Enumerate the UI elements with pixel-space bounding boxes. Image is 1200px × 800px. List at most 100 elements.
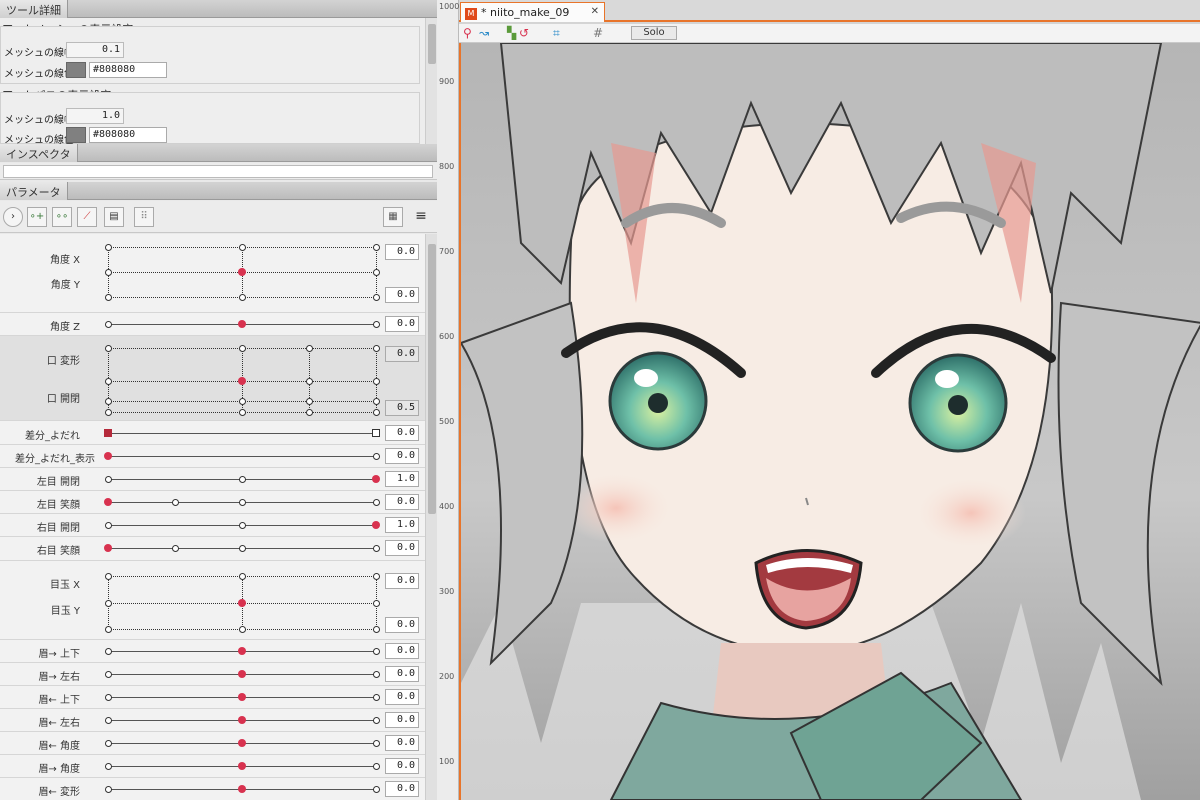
- param-row-right-eye-open[interactable]: 右目 開閉 1.0: [0, 514, 425, 537]
- mesh-color-input[interactable]: #808080: [89, 62, 167, 78]
- param-value-input[interactable]: 0.0: [385, 287, 419, 303]
- key-point[interactable]: [373, 269, 380, 276]
- current-value-marker[interactable]: [238, 377, 246, 385]
- key-point[interactable]: [239, 345, 246, 352]
- key-point[interactable]: [373, 409, 380, 416]
- param-value-input[interactable]: 0.0: [385, 735, 419, 751]
- key-point[interactable]: [306, 345, 313, 352]
- key-point[interactable]: [105, 345, 112, 352]
- param-row-mouth[interactable]: 口 変形 口 開閉 0.0 0.5: [0, 336, 425, 421]
- key-point[interactable]: [373, 600, 380, 607]
- play-icon[interactable]: ›: [3, 207, 23, 227]
- key-point[interactable]: [239, 545, 246, 552]
- key-point[interactable]: [373, 763, 380, 770]
- key-point[interactable]: [373, 345, 380, 352]
- key-point[interactable]: [105, 269, 112, 276]
- key-point[interactable]: [239, 476, 246, 483]
- parameters-scroll-thumb[interactable]: [428, 244, 436, 514]
- key-point[interactable]: [239, 626, 246, 633]
- current-value-marker[interactable]: [238, 716, 246, 724]
- tool-details-tab[interactable]: ツール詳細: [0, 0, 68, 18]
- key-point[interactable]: [239, 522, 246, 529]
- key-point[interactable]: [105, 671, 112, 678]
- key-point[interactable]: [105, 786, 112, 793]
- key-point[interactable]: [105, 648, 112, 655]
- key-point[interactable]: [306, 378, 313, 385]
- param-row-brow[interactable]: 眉← 角度 0.0: [0, 732, 425, 755]
- tool-details-scrollbar[interactable]: [425, 18, 437, 144]
- key-point[interactable]: [373, 398, 380, 405]
- param-value-input[interactable]: 1.0: [385, 517, 419, 533]
- param-row-brow[interactable]: 眉← 変形 0.0: [0, 778, 425, 800]
- param-row-drool-show[interactable]: 差分_よだれ_表示 0.0: [0, 445, 425, 468]
- key-point[interactable]: [105, 321, 112, 328]
- key-point[interactable]: [373, 321, 380, 328]
- param-value-input[interactable]: 0.0: [385, 244, 419, 260]
- mesh-width-input[interactable]: 0.1: [66, 42, 124, 58]
- add-keys-icon[interactable]: ∘∘: [52, 207, 72, 227]
- param-value-input[interactable]: 1.0: [385, 471, 419, 487]
- key-point[interactable]: [373, 244, 380, 251]
- key-point[interactable]: [105, 476, 112, 483]
- model-canvas[interactable]: [459, 43, 1200, 800]
- param-value-input[interactable]: 0.0: [385, 425, 419, 441]
- key-point[interactable]: [105, 717, 112, 724]
- param-value-input[interactable]: 0.0: [385, 573, 419, 589]
- param-value-input[interactable]: 0.5: [385, 400, 419, 416]
- multi-key-icon[interactable]: ⠿: [134, 207, 154, 227]
- key-point[interactable]: [105, 573, 112, 580]
- key-point[interactable]: [172, 545, 179, 552]
- param-row-left-eye-smile[interactable]: 左目 笑顔 0.0: [0, 491, 425, 514]
- key-point[interactable]: [373, 786, 380, 793]
- current-value-marker[interactable]: [104, 498, 112, 506]
- key-point[interactable]: [373, 740, 380, 747]
- current-value-marker[interactable]: [104, 544, 112, 552]
- current-value-marker[interactable]: [238, 320, 246, 328]
- key-point[interactable]: [105, 626, 112, 633]
- key-point[interactable]: [105, 694, 112, 701]
- key-point[interactable]: [306, 409, 313, 416]
- path-icon[interactable]: ↝: [479, 26, 489, 40]
- current-value-marker[interactable]: [372, 475, 380, 483]
- param-row-angle-xy[interactable]: 角度 X 角度 Y 0.0 0.0: [0, 234, 425, 313]
- param-row-left-eye-open[interactable]: 左目 開閉 1.0: [0, 468, 425, 491]
- key-point[interactable]: [239, 398, 246, 405]
- current-value-marker[interactable]: [238, 647, 246, 655]
- solo-button[interactable]: Solo: [631, 26, 677, 40]
- inspector-tab[interactable]: インスペクタ: [0, 144, 78, 162]
- key-point[interactable]: [105, 378, 112, 385]
- current-value-marker[interactable]: [238, 785, 246, 793]
- param-value-input[interactable]: 0.0: [385, 346, 419, 362]
- param-value-input[interactable]: 0.0: [385, 643, 419, 659]
- current-value-marker[interactable]: [104, 429, 112, 437]
- param-value-input[interactable]: 0.0: [385, 316, 419, 332]
- current-value-marker[interactable]: [238, 762, 246, 770]
- key-point[interactable]: [373, 378, 380, 385]
- key-point[interactable]: [373, 294, 380, 301]
- key-point[interactable]: [105, 763, 112, 770]
- param-value-input[interactable]: 0.0: [385, 540, 419, 556]
- param-value-input[interactable]: 0.0: [385, 712, 419, 728]
- current-value-marker[interactable]: [372, 521, 380, 529]
- current-value-marker[interactable]: [238, 599, 246, 607]
- key-point[interactable]: [373, 499, 380, 506]
- parameters-scrollbar[interactable]: [425, 234, 437, 800]
- param-row-brow[interactable]: 眉→ 角度 0.0: [0, 755, 425, 778]
- deformer-icon[interactable]: ⚲: [463, 26, 472, 40]
- key-point[interactable]: [172, 499, 179, 506]
- key-point[interactable]: [373, 545, 380, 552]
- key-point[interactable]: [373, 626, 380, 633]
- param-row-brow[interactable]: 眉→ 左右 0.0: [0, 663, 425, 686]
- param-value-input[interactable]: 0.0: [385, 689, 419, 705]
- fit-view-icon[interactable]: ⌗: [553, 26, 560, 41]
- path-width-input[interactable]: 1.0: [66, 108, 124, 124]
- key-point[interactable]: [239, 294, 246, 301]
- current-value-marker[interactable]: [238, 739, 246, 747]
- param-row-brow[interactable]: 眉← 上下 0.0: [0, 686, 425, 709]
- path-color-swatch[interactable]: [66, 127, 86, 143]
- key-point[interactable]: [239, 573, 246, 580]
- tool-details-scroll-thumb[interactable]: [428, 24, 436, 64]
- param-settings-icon[interactable]: ▦: [383, 207, 403, 227]
- palette-icon[interactable]: ▚: [507, 26, 516, 40]
- key-point[interactable]: [306, 398, 313, 405]
